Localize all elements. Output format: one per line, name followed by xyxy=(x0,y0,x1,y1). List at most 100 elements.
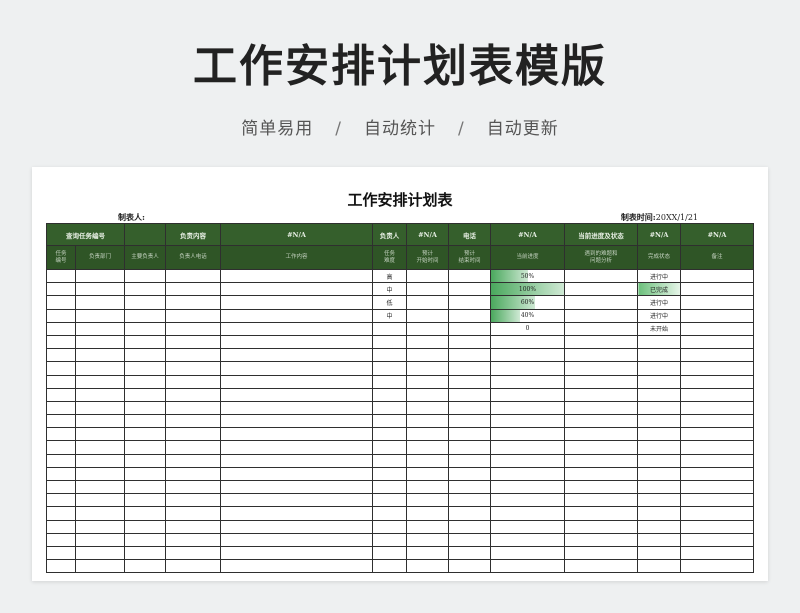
table-cell[interactable] xyxy=(75,440,125,455)
table-cell[interactable] xyxy=(220,493,373,508)
table-cell[interactable] xyxy=(564,427,638,442)
table-cell[interactable] xyxy=(75,559,125,574)
table-cell[interactable] xyxy=(46,506,76,521)
table-cell[interactable] xyxy=(220,559,373,574)
table-cell[interactable] xyxy=(564,545,638,561)
table-cell[interactable] xyxy=(406,374,449,389)
table-cell[interactable] xyxy=(165,321,221,336)
table-cell[interactable] xyxy=(637,387,681,402)
table-cell[interactable] xyxy=(406,466,449,482)
table-cell[interactable] xyxy=(220,414,373,429)
table-cell[interactable] xyxy=(75,532,125,547)
table-cell[interactable] xyxy=(406,493,449,508)
table-cell[interactable] xyxy=(220,321,373,336)
table-cell[interactable] xyxy=(372,348,407,363)
table-cell[interactable] xyxy=(448,493,491,508)
table-cell[interactable] xyxy=(46,440,76,455)
table-cell[interactable] xyxy=(564,559,638,574)
status-cell[interactable]: 未开始 xyxy=(637,321,681,336)
table-cell[interactable] xyxy=(124,493,166,508)
table-cell[interactable] xyxy=(564,282,638,297)
table-cell[interactable] xyxy=(637,453,681,468)
table-cell[interactable] xyxy=(680,374,754,389)
table-cell[interactable] xyxy=(124,321,166,336)
table-cell[interactable] xyxy=(406,282,449,297)
table-cell[interactable] xyxy=(448,282,491,297)
table-cell[interactable] xyxy=(124,466,166,482)
table-cell[interactable] xyxy=(406,334,449,350)
table-cell[interactable] xyxy=(490,466,565,482)
table-cell[interactable] xyxy=(448,295,491,310)
table-cell[interactable] xyxy=(220,479,373,495)
table-cell[interactable] xyxy=(564,321,638,336)
table-cell[interactable] xyxy=(564,334,638,350)
table-cell[interactable] xyxy=(564,532,638,547)
table-cell[interactable] xyxy=(75,479,125,495)
table-cell[interactable] xyxy=(490,348,565,363)
table-cell[interactable] xyxy=(46,519,76,534)
table-cell[interactable] xyxy=(490,519,565,534)
status-cell[interactable]: 进行中 xyxy=(637,268,681,284)
table-cell[interactable] xyxy=(75,453,125,468)
table-cell[interactable] xyxy=(75,321,125,336)
table-cell[interactable] xyxy=(46,414,76,429)
table-cell[interactable] xyxy=(490,427,565,442)
table-cell[interactable] xyxy=(448,427,491,442)
table-cell[interactable] xyxy=(680,453,754,468)
table-cell[interactable] xyxy=(165,308,221,323)
table-cell[interactable] xyxy=(46,400,76,416)
table-cell[interactable] xyxy=(75,387,125,402)
table-cell[interactable] xyxy=(124,282,166,297)
table-cell[interactable] xyxy=(680,440,754,455)
table-cell[interactable] xyxy=(490,493,565,508)
table-cell[interactable] xyxy=(448,321,491,336)
table-cell[interactable] xyxy=(124,532,166,547)
table-cell[interactable] xyxy=(372,545,407,561)
table-cell[interactable] xyxy=(490,387,565,402)
table-cell[interactable] xyxy=(165,268,221,284)
table-cell[interactable] xyxy=(124,268,166,284)
table-cell[interactable] xyxy=(46,453,76,468)
table-cell[interactable] xyxy=(637,334,681,350)
table-cell[interactable] xyxy=(124,308,166,323)
progress-cell[interactable]: 60% xyxy=(490,295,565,310)
table-cell[interactable] xyxy=(406,479,449,495)
table-cell[interactable] xyxy=(46,466,76,482)
table-cell[interactable] xyxy=(406,268,449,284)
table-cell[interactable] xyxy=(165,453,221,468)
table-cell[interactable] xyxy=(75,361,125,376)
table-cell[interactable] xyxy=(165,440,221,455)
table-cell[interactable] xyxy=(490,453,565,468)
table-cell[interactable] xyxy=(220,295,373,310)
table-cell[interactable] xyxy=(372,479,407,495)
table-cell[interactable] xyxy=(220,282,373,297)
table-cell[interactable] xyxy=(448,268,491,284)
table-cell[interactable] xyxy=(124,453,166,468)
table-cell[interactable] xyxy=(124,334,166,350)
table-cell[interactable] xyxy=(490,440,565,455)
table-cell[interactable] xyxy=(448,519,491,534)
table-cell[interactable] xyxy=(372,414,407,429)
table-cell[interactable] xyxy=(680,361,754,376)
table-cell[interactable] xyxy=(46,532,76,547)
table-cell[interactable] xyxy=(564,308,638,323)
table-cell[interactable] xyxy=(564,295,638,310)
table-cell[interactable] xyxy=(75,282,125,297)
table-cell[interactable] xyxy=(448,348,491,363)
table-cell[interactable] xyxy=(372,453,407,468)
table-cell[interactable] xyxy=(46,361,76,376)
table-cell[interactable] xyxy=(680,268,754,284)
table-cell[interactable] xyxy=(372,387,407,402)
difficulty-cell[interactable]: 低 xyxy=(372,295,407,310)
table-cell[interactable] xyxy=(75,268,125,284)
table-cell[interactable] xyxy=(490,414,565,429)
progress-cell[interactable]: 40% xyxy=(490,308,565,323)
difficulty-cell[interactable]: 高 xyxy=(372,268,407,284)
table-cell[interactable] xyxy=(75,506,125,521)
table-cell[interactable] xyxy=(165,414,221,429)
table-cell[interactable] xyxy=(680,400,754,416)
table-cell[interactable] xyxy=(448,387,491,402)
table-cell[interactable] xyxy=(220,308,373,323)
table-cell[interactable] xyxy=(165,427,221,442)
table-cell[interactable] xyxy=(124,440,166,455)
